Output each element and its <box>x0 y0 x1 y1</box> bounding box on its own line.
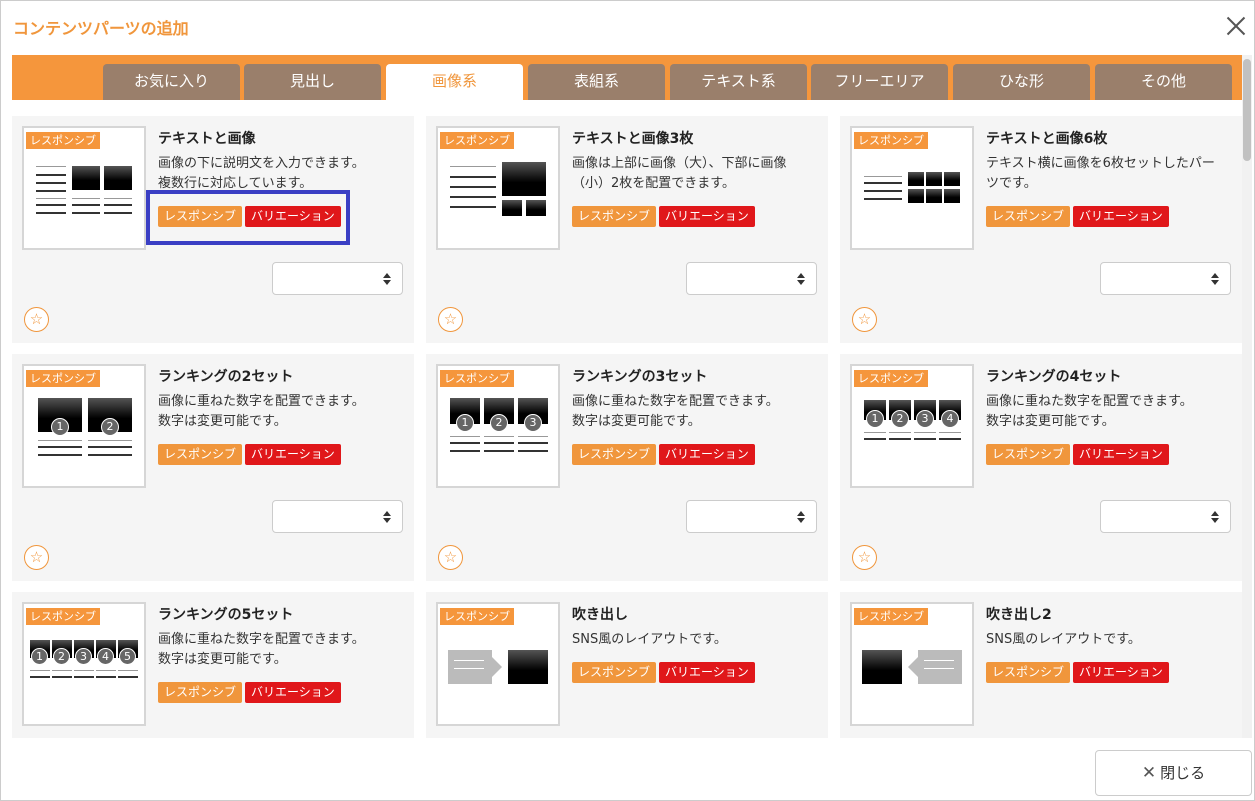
thumb-responsive-tag: レスポンシブ <box>854 608 928 625</box>
thumb-responsive-tag: レスポンシブ <box>26 132 100 149</box>
part-card-speech-bubble-2[interactable]: レスポンシブ 吹き出し2 SNS風のレイアウトです。 レスポンシブ バリエーショ… <box>840 592 1242 738</box>
updown-arrows-icon <box>1211 511 1219 523</box>
updown-arrows-icon <box>1211 273 1219 285</box>
tab-others[interactable]: その他 <box>1095 64 1232 100</box>
variation-select[interactable] <box>272 500 403 533</box>
variation-select[interactable] <box>1100 500 1231 533</box>
part-description: 画像に重ねた数字を配置できます。 数字は変更可能です。 <box>158 632 365 667</box>
responsive-badge: レスポンシブ <box>986 206 1071 227</box>
variation-badge: バリエーション <box>659 662 755 683</box>
variation-select[interactable] <box>1100 262 1231 295</box>
part-title: ランキングの2セット <box>158 369 294 385</box>
part-description: SNS風のレイアウトです。 <box>572 632 727 647</box>
part-title: ランキングの5セット <box>158 607 294 623</box>
part-title: テキストと画像3枚 <box>572 131 694 147</box>
tab-free-area[interactable]: フリーエリア <box>811 64 948 100</box>
variation-badge: バリエーション <box>245 682 341 703</box>
category-tabbar: お気に入り 見出し 画像系 表組系 テキスト系 フリーエリア ひな形 その他 <box>12 55 1242 100</box>
responsive-badge: レスポンシブ <box>986 444 1071 465</box>
star-icon[interactable]: ☆ <box>24 545 49 570</box>
variation-badge: バリエーション <box>1073 206 1169 227</box>
responsive-badge: レスポンシブ <box>986 662 1071 683</box>
tab-images[interactable]: 画像系 <box>386 64 523 100</box>
part-thumbnail: レスポンシブ <box>436 126 560 250</box>
thumb-responsive-tag: レスポンシブ <box>440 608 514 625</box>
updown-arrows-icon <box>797 511 805 523</box>
scrollbar-thumb[interactable] <box>1243 59 1251 161</box>
part-title: 吹き出し <box>572 607 628 623</box>
star-icon[interactable]: ☆ <box>438 307 463 332</box>
part-description: 画像に重ねた数字を配置できます。 数字は変更可能です。 <box>986 394 1193 429</box>
close-icon[interactable] <box>1223 13 1249 39</box>
part-description: 画像に重ねた数字を配置できます。 数字は変更可能です。 <box>158 394 365 429</box>
variation-badge: バリエーション <box>1073 662 1169 683</box>
part-thumbnail: レスポンシブ <box>436 602 560 726</box>
part-description: SNS風のレイアウトです。 <box>986 632 1141 647</box>
close-button[interactable]: ✕ 閉じる <box>1095 750 1252 796</box>
variation-select[interactable] <box>686 262 817 295</box>
part-thumbnail: レスポンシブ 1 2 3 4 5 <box>22 602 146 726</box>
star-icon[interactable]: ☆ <box>852 545 877 570</box>
star-icon[interactable]: ☆ <box>852 307 877 332</box>
part-title: 吹き出し2 <box>986 607 1052 623</box>
part-thumbnail: レスポンシブ <box>850 602 974 726</box>
part-description: 画像に重ねた数字を配置できます。 数字は変更可能です。 <box>572 394 779 429</box>
star-icon[interactable]: ☆ <box>24 307 49 332</box>
tab-favorites[interactable]: お気に入り <box>103 64 240 100</box>
variation-badge: バリエーション <box>1073 444 1169 465</box>
part-thumbnail: レスポンシブ <box>850 126 974 250</box>
thumb-responsive-tag: レスポンシブ <box>440 370 514 387</box>
variation-badge: バリエーション <box>245 444 341 465</box>
thumb-responsive-tag: レスポンシブ <box>854 370 928 387</box>
tab-templates[interactable]: ひな形 <box>953 64 1090 100</box>
responsive-badge: レスポンシブ <box>158 682 243 703</box>
thumb-responsive-tag: レスポンシブ <box>854 132 928 149</box>
tab-tables[interactable]: 表組系 <box>528 64 665 100</box>
part-title: テキストと画像6枚 <box>986 131 1108 147</box>
part-card-ranking-2[interactable]: レスポンシブ 1 2 ランキングの2セット 画像に重ねた数字を配置できます。 数字… <box>12 354 414 581</box>
star-icon[interactable]: ☆ <box>438 545 463 570</box>
part-title: ランキングの3セット <box>572 369 708 385</box>
updown-arrows-icon <box>797 273 805 285</box>
part-thumbnail: レスポンシブ 1 2 <box>22 364 146 488</box>
thumb-responsive-tag: レスポンシブ <box>440 132 514 149</box>
part-thumbnail: レスポンシブ <box>22 126 146 250</box>
part-card-ranking-3[interactable]: レスポンシブ 1 2 3 ランキングの3セット 画像に重ねた数字を配置できます。 <box>426 354 828 581</box>
updown-arrows-icon <box>383 511 391 523</box>
part-title: テキストと画像 <box>158 131 256 147</box>
responsive-badge: レスポンシブ <box>572 662 657 683</box>
tab-text[interactable]: テキスト系 <box>670 64 807 100</box>
updown-arrows-icon <box>383 273 391 285</box>
part-card-ranking-5[interactable]: レスポンシブ 1 2 3 4 5 ランキングの5セット 画像に重ねた数字を配置で… <box>12 592 414 738</box>
selection-highlight <box>146 190 350 245</box>
part-card-text-image-6[interactable]: レスポンシブ テキストと画像6枚 テキスト横に画像を6枚セットしたパー ツです。 … <box>840 116 1242 343</box>
thumb-responsive-tag: レスポンシブ <box>26 370 100 387</box>
variation-badge: バリエーション <box>659 444 755 465</box>
part-description: テキスト横に画像を6枚セットしたパー ツです。 <box>986 156 1215 191</box>
variation-select[interactable] <box>272 262 403 295</box>
responsive-badge: レスポンシブ <box>572 206 657 227</box>
responsive-badge: レスポンシブ <box>572 444 657 465</box>
add-content-parts-dialog: コンテンツパーツの追加 お気に入り 見出し 画像系 表組系 テキスト系 フリーエ… <box>0 0 1255 801</box>
part-description: 画像は上部に画像（大）、下部に画像 （小）2枚を配置できます。 <box>572 156 787 191</box>
close-icon: ✕ <box>1141 763 1157 783</box>
part-card-speech-bubble[interactable]: レスポンシブ 吹き出し SNS風のレイアウトです。 レスポンシブ バリエーション <box>426 592 828 738</box>
thumb-responsive-tag: レスポンシブ <box>26 608 100 625</box>
tab-headings[interactable]: 見出し <box>244 64 381 100</box>
part-card-ranking-4[interactable]: レスポンシブ 1 2 3 4 ランキングの4セット 画像に重ねた数字を配置できま… <box>840 354 1242 581</box>
variation-select[interactable] <box>686 500 817 533</box>
part-thumbnail: レスポンシブ 1 2 3 4 <box>850 364 974 488</box>
content-scrollbar[interactable] <box>1242 55 1252 738</box>
part-title: ランキングの4セット <box>986 369 1122 385</box>
responsive-badge: レスポンシブ <box>158 444 243 465</box>
variation-badge: バリエーション <box>659 206 755 227</box>
part-card-text-image-3[interactable]: レスポンシブ テキストと画像3枚 画像は上部に画像（大）、下部に画像 （小）2枚を… <box>426 116 828 343</box>
part-description: 画像の下に説明文を入力できます。 複数行に対応しています。 <box>158 156 365 191</box>
part-thumbnail: レスポンシブ 1 2 3 <box>436 364 560 488</box>
dialog-title: コンテンツパーツの追加 <box>13 19 189 38</box>
